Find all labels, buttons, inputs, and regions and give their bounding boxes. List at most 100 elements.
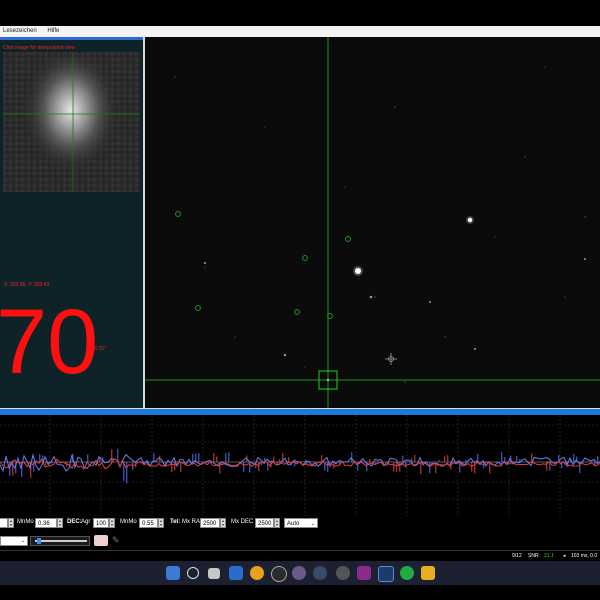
correction-bar	[126, 462, 128, 484]
correction-bar	[399, 462, 401, 472]
mxdec-spinner[interactable]: ▴ ▾	[274, 518, 280, 528]
correction-bar	[447, 455, 449, 462]
correction-bar	[420, 462, 422, 474]
lightroom-icon[interactable]	[378, 566, 394, 582]
hfd-readout: 70	[0, 291, 99, 393]
correction-bar	[396, 462, 398, 472]
correction-bar	[78, 461, 80, 462]
guide-graph-plot	[0, 415, 600, 516]
guide-controls: ▴ ▾ MnMo 0.36 ▴ ▾ DEC: Agr 100 ▴ ▾ MnMo 0.5…	[0, 516, 600, 531]
brain-icon[interactable]	[94, 535, 108, 546]
star-thumbnail-image[interactable]	[3, 52, 140, 192]
cursor-marker	[385, 353, 397, 365]
correction-bar	[87, 454, 89, 462]
profile-select[interactable]: ⌄	[0, 536, 28, 546]
gamma-slider-thumb[interactable]	[37, 538, 41, 544]
mxra-field[interactable]: 2500	[200, 518, 220, 528]
window-top-strip	[0, 0, 600, 26]
correction-bar	[429, 462, 431, 474]
gamma-slider-track	[35, 540, 87, 542]
correction-bar	[369, 458, 371, 462]
hfd-arcsec: 3.70"	[94, 346, 106, 352]
correction-bar	[243, 462, 245, 473]
correction-bar	[258, 462, 260, 472]
menu-item-lesezeichen[interactable]: Lesezeichen	[3, 28, 37, 34]
correction-bar	[327, 462, 329, 472]
dec-mode-value: Auto	[287, 521, 300, 527]
phd2-icon[interactable]	[400, 566, 414, 580]
gamma-slider[interactable]	[30, 536, 90, 546]
task-view-icon[interactable]	[208, 568, 220, 579]
mnmo-ra-field[interactable]: 0.36	[35, 518, 57, 528]
agr-spinner[interactable]: ▴ ▾	[109, 518, 115, 528]
bottom-strip	[0, 585, 600, 600]
mxra-label: Mx RA	[182, 519, 200, 525]
correction-bar	[276, 462, 278, 463]
star-thumbnail[interactable]	[3, 52, 140, 192]
correction-bar	[192, 453, 194, 462]
mxdec-field[interactable]: 2500	[255, 518, 274, 528]
correction-bar	[516, 455, 518, 462]
correction-bar	[180, 462, 182, 473]
correction-bar	[597, 455, 599, 462]
interpolate-hint: Click image for interpolated view	[3, 45, 75, 51]
dec-mode-select[interactable]: Auto ⌄	[284, 518, 318, 528]
field-left[interactable]	[0, 518, 8, 528]
correction-bar	[393, 462, 395, 472]
start-icon[interactable]	[166, 566, 180, 580]
sky-icon[interactable]	[313, 566, 327, 580]
mnmo-dec-field[interactable]: 0.55	[139, 518, 158, 528]
agr-field[interactable]: 100	[93, 518, 109, 528]
file-explorer-icon[interactable]	[421, 566, 435, 580]
exposure-icon: ◂	[563, 553, 566, 559]
app-icon[interactable]	[357, 566, 371, 580]
stellarium-icon[interactable]	[292, 566, 306, 580]
star-coordinates: X: 202.85, Y: 303.43	[4, 282, 50, 288]
wand-icon[interactable]: ✎	[112, 535, 124, 546]
guide-graph[interactable]	[0, 415, 600, 516]
frame-counter: 9/12	[512, 553, 522, 559]
nina-icon[interactable]	[336, 566, 350, 580]
correction-bar	[45, 462, 47, 466]
correction-bar	[402, 455, 404, 462]
correction-bar	[465, 459, 467, 462]
taskbar	[0, 561, 600, 585]
chevron-down-icon: ⌄	[20, 538, 25, 544]
mnmo-ra-spinner[interactable]: ▴ ▾	[57, 518, 63, 528]
search-icon[interactable]	[187, 567, 199, 579]
mnmo-ra-label: MnMo	[17, 519, 34, 525]
correction-bar	[573, 453, 575, 462]
correction-bar	[288, 457, 290, 462]
correction-bar	[225, 453, 227, 462]
star-markers	[175, 211, 351, 319]
correction-bar	[198, 453, 200, 462]
mxdec-label: Mx DEC	[231, 519, 254, 525]
widgets-icon[interactable]	[229, 566, 243, 580]
correction-bar	[438, 459, 440, 462]
mnmo-dec-spinner[interactable]: ▴ ▾	[158, 518, 164, 528]
mnmo-dec-label: MnMo	[120, 519, 137, 525]
camera-frame[interactable]	[145, 37, 600, 408]
tel-label: Tel:	[170, 519, 181, 525]
tool-row: ⌄ ✎	[0, 531, 600, 550]
mxra-spinner[interactable]: ▴ ▾	[220, 518, 226, 528]
snr-label: SNR	[528, 553, 539, 559]
dec-label: DEC:	[67, 519, 82, 525]
correction-bar	[471, 462, 473, 472]
correction-bar	[132, 462, 134, 471]
edge-icon[interactable]	[250, 566, 264, 580]
menu-item-hilfe[interactable]: Hilfe	[47, 28, 59, 34]
camera-view[interactable]	[145, 37, 600, 408]
correction-bar	[351, 452, 353, 462]
correction-bar	[213, 453, 215, 462]
correction-bar	[321, 455, 323, 462]
agr-label: Agr	[81, 519, 91, 525]
exposure-readout: 103 ms, 0.0	[571, 553, 598, 559]
correction-bar	[489, 462, 491, 474]
chrome-icon[interactable]	[271, 566, 287, 582]
correction-bar	[405, 462, 407, 468]
field-left-spinner[interactable]: ▴ ▾	[8, 518, 14, 528]
correction-bar	[174, 462, 176, 471]
correction-bar	[216, 456, 218, 462]
chevron-down-icon: ⌄	[310, 521, 315, 527]
